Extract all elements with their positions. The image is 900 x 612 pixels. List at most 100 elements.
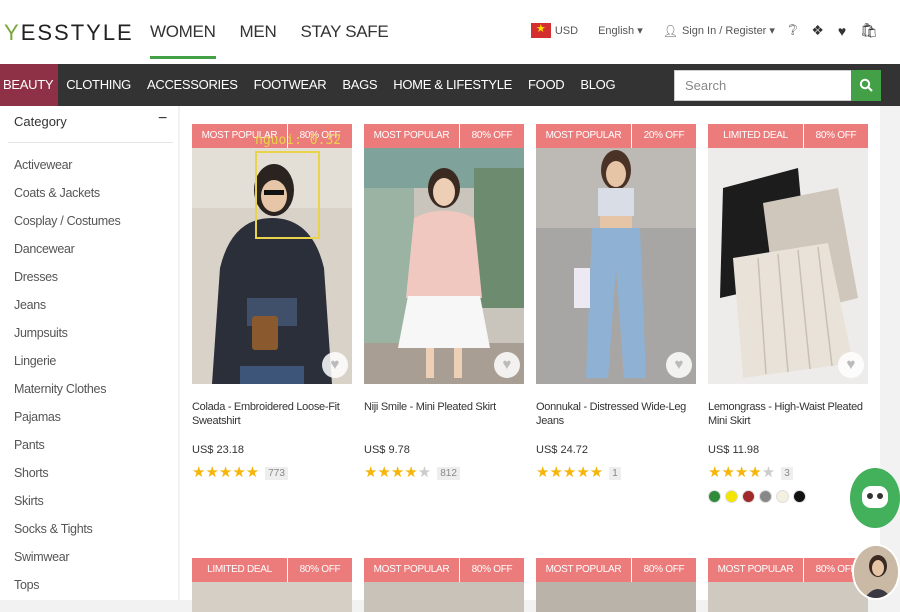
avatar[interactable]	[852, 544, 900, 600]
color-swatch[interactable]	[725, 490, 738, 503]
color-swatch[interactable]	[759, 490, 772, 503]
color-swatch[interactable]	[793, 490, 806, 503]
cat-footwear[interactable]: FOOTWEAR	[246, 64, 335, 106]
wishlist-heart-icon[interactable]: ♥	[838, 23, 846, 39]
star-icon: ★★★★★	[536, 464, 604, 481]
review-count: 812	[437, 466, 460, 480]
search-input[interactable]: Search	[674, 70, 852, 101]
star-icon: ★★★★	[708, 464, 762, 481]
popularity-badge: MOST POPULAR	[545, 564, 622, 575]
deal-badge: LIMITED DEAL	[723, 130, 788, 141]
cat-accessories[interactable]: ACCESSORIES	[139, 64, 246, 106]
nav-men[interactable]: MEN	[240, 22, 277, 59]
badge-row: LIMITED DEAL 80% OFF	[192, 558, 352, 582]
badge-row: MOST POPULAR 80% OFF	[364, 124, 524, 148]
sidebar-item-swimwear[interactable]: Swimwear	[14, 548, 120, 576]
shopping-bag-icon[interactable]: 🛍︎	[860, 22, 878, 39]
star-icon: ★★★★	[364, 464, 418, 481]
product-image[interactable]	[364, 148, 524, 384]
utility-bar: USD English ▾ 👤︎ Sign In / Register ▾ ❔︎…	[530, 22, 878, 39]
search-icon	[859, 78, 873, 92]
wishlist-heart-icon[interactable]: ♥	[494, 352, 520, 378]
nav-women[interactable]: WOMEN	[150, 22, 216, 59]
product-price: US$ 9.78	[364, 444, 410, 456]
product-image[interactable]	[536, 582, 696, 612]
product-image[interactable]	[364, 582, 524, 612]
sidebar-item-jeans[interactable]: Jeans	[14, 296, 120, 324]
sidebar-item-pants[interactable]: Pants	[14, 436, 120, 464]
badge-row: MOST POPULAR 80% OFF	[708, 558, 868, 582]
cat-clothing[interactable]: CLOTHING	[58, 64, 139, 106]
sidebar-item-activewear[interactable]: Activewear	[14, 156, 120, 184]
product-image[interactable]	[192, 582, 352, 612]
user-icon[interactable]: 👤︎	[663, 24, 678, 38]
sidebar-item-dancewear[interactable]: Dancewear	[14, 240, 120, 268]
popularity-badge: MOST POPULAR	[545, 130, 622, 141]
yesstyle-logo[interactable]: YESSTYLE	[4, 20, 134, 46]
nav-stay-safe[interactable]: STAY SAFE	[300, 22, 388, 59]
product-name[interactable]: Niji Smile - Mini Pleated Skirt	[364, 400, 524, 414]
sidebar-item-maternity[interactable]: Maternity Clothes	[14, 380, 120, 408]
cat-home-lifestyle[interactable]: HOME & LIFESTYLE	[385, 64, 520, 106]
popularity-badge: MOST POPULAR	[373, 130, 450, 141]
product-name[interactable]: Lemongrass - High-Waist Pleated Mini Ski…	[708, 400, 868, 428]
main-nav: WOMEN MEN STAY SAFE	[150, 22, 412, 59]
sidebar-item-shorts[interactable]: Shorts	[14, 464, 120, 492]
popularity-badge: MOST POPULAR	[373, 564, 450, 575]
discount-badge: 80% OFF	[631, 558, 696, 582]
detection-label: nguoi: 0.32	[255, 133, 342, 148]
search-button[interactable]	[851, 70, 881, 101]
discount-badge: 80% OFF	[803, 124, 868, 148]
sidebar-item-skirts[interactable]: Skirts	[14, 492, 120, 520]
vietnam-flag-icon[interactable]	[530, 22, 551, 38]
divider	[8, 142, 173, 143]
review-count: 3	[781, 466, 793, 480]
sidebar-item-lingerie[interactable]: Lingerie	[14, 352, 120, 380]
color-swatch[interactable]	[742, 490, 755, 503]
help-icon[interactable]: ❔︎	[789, 22, 797, 39]
badge-row: LIMITED DEAL 80% OFF	[708, 124, 868, 148]
cat-beauty[interactable]: BEAUTY	[0, 64, 59, 106]
product-name[interactable]: Colada - Embroidered Loose-Fit Sweatshir…	[192, 400, 352, 428]
sidebar-item-cosplay[interactable]: Cosplay / Costumes	[14, 212, 121, 240]
sidebar-item-jumpsuits[interactable]: Jumpsuits	[14, 324, 120, 352]
category-list: Activewear Coats & Jackets Cosplay / Cos…	[14, 156, 121, 604]
product-name[interactable]: Oonnukal - Distressed Wide-Leg Jeans	[536, 400, 696, 428]
product-price: US$ 11.98	[708, 444, 760, 456]
sidebar-item-socks-tights[interactable]: Socks & Tights	[14, 520, 120, 548]
color-swatches	[708, 490, 806, 503]
sidebar-item-coats-jackets[interactable]: Coats & Jackets	[14, 184, 120, 212]
robot-icon	[862, 486, 888, 508]
sidebar-item-pajamas[interactable]: Pajamas	[14, 408, 120, 436]
cat-food[interactable]: FOOD	[520, 64, 572, 106]
color-swatch[interactable]	[776, 490, 789, 503]
discount-badge: 20% OFF	[631, 124, 696, 148]
rating-stars: ★★★★★ 773	[192, 464, 288, 482]
color-swatch[interactable]	[708, 490, 721, 503]
share-icon[interactable]: ❖	[811, 22, 824, 39]
rating-stars: ★★★★ ★ 812	[364, 464, 460, 482]
badge-row: MOST POPULAR 20% OFF	[536, 124, 696, 148]
product-image[interactable]	[708, 582, 868, 612]
collapse-icon[interactable]: −	[158, 110, 167, 128]
wishlist-heart-icon[interactable]: ♥	[322, 352, 348, 378]
cat-blog[interactable]: BLOG	[572, 64, 623, 106]
product-image[interactable]	[536, 148, 696, 384]
detection-box	[255, 151, 320, 239]
sign-in-link[interactable]: Sign In / Register ▾	[682, 24, 775, 37]
sidebar-item-dresses[interactable]: Dresses	[14, 268, 120, 296]
review-count: 1	[609, 466, 621, 480]
chatbot-button[interactable]	[850, 468, 900, 528]
currency-selector[interactable]: USD	[555, 25, 578, 37]
cat-bags[interactable]: BAGS	[334, 64, 385, 106]
discount-badge: 80% OFF	[287, 558, 352, 582]
product-image[interactable]	[708, 148, 868, 384]
wishlist-heart-icon[interactable]: ♥	[666, 352, 692, 378]
product-price: US$ 23.18	[192, 444, 244, 456]
discount-badge: 80% OFF	[459, 558, 524, 582]
language-selector[interactable]: English ▾	[598, 24, 643, 37]
review-count: 773	[265, 466, 288, 480]
rating-stars: ★★★★★ 1	[536, 464, 621, 482]
badge-row: MOST POPULAR 80% OFF	[364, 558, 524, 582]
wishlist-heart-icon[interactable]: ♥	[838, 352, 864, 378]
